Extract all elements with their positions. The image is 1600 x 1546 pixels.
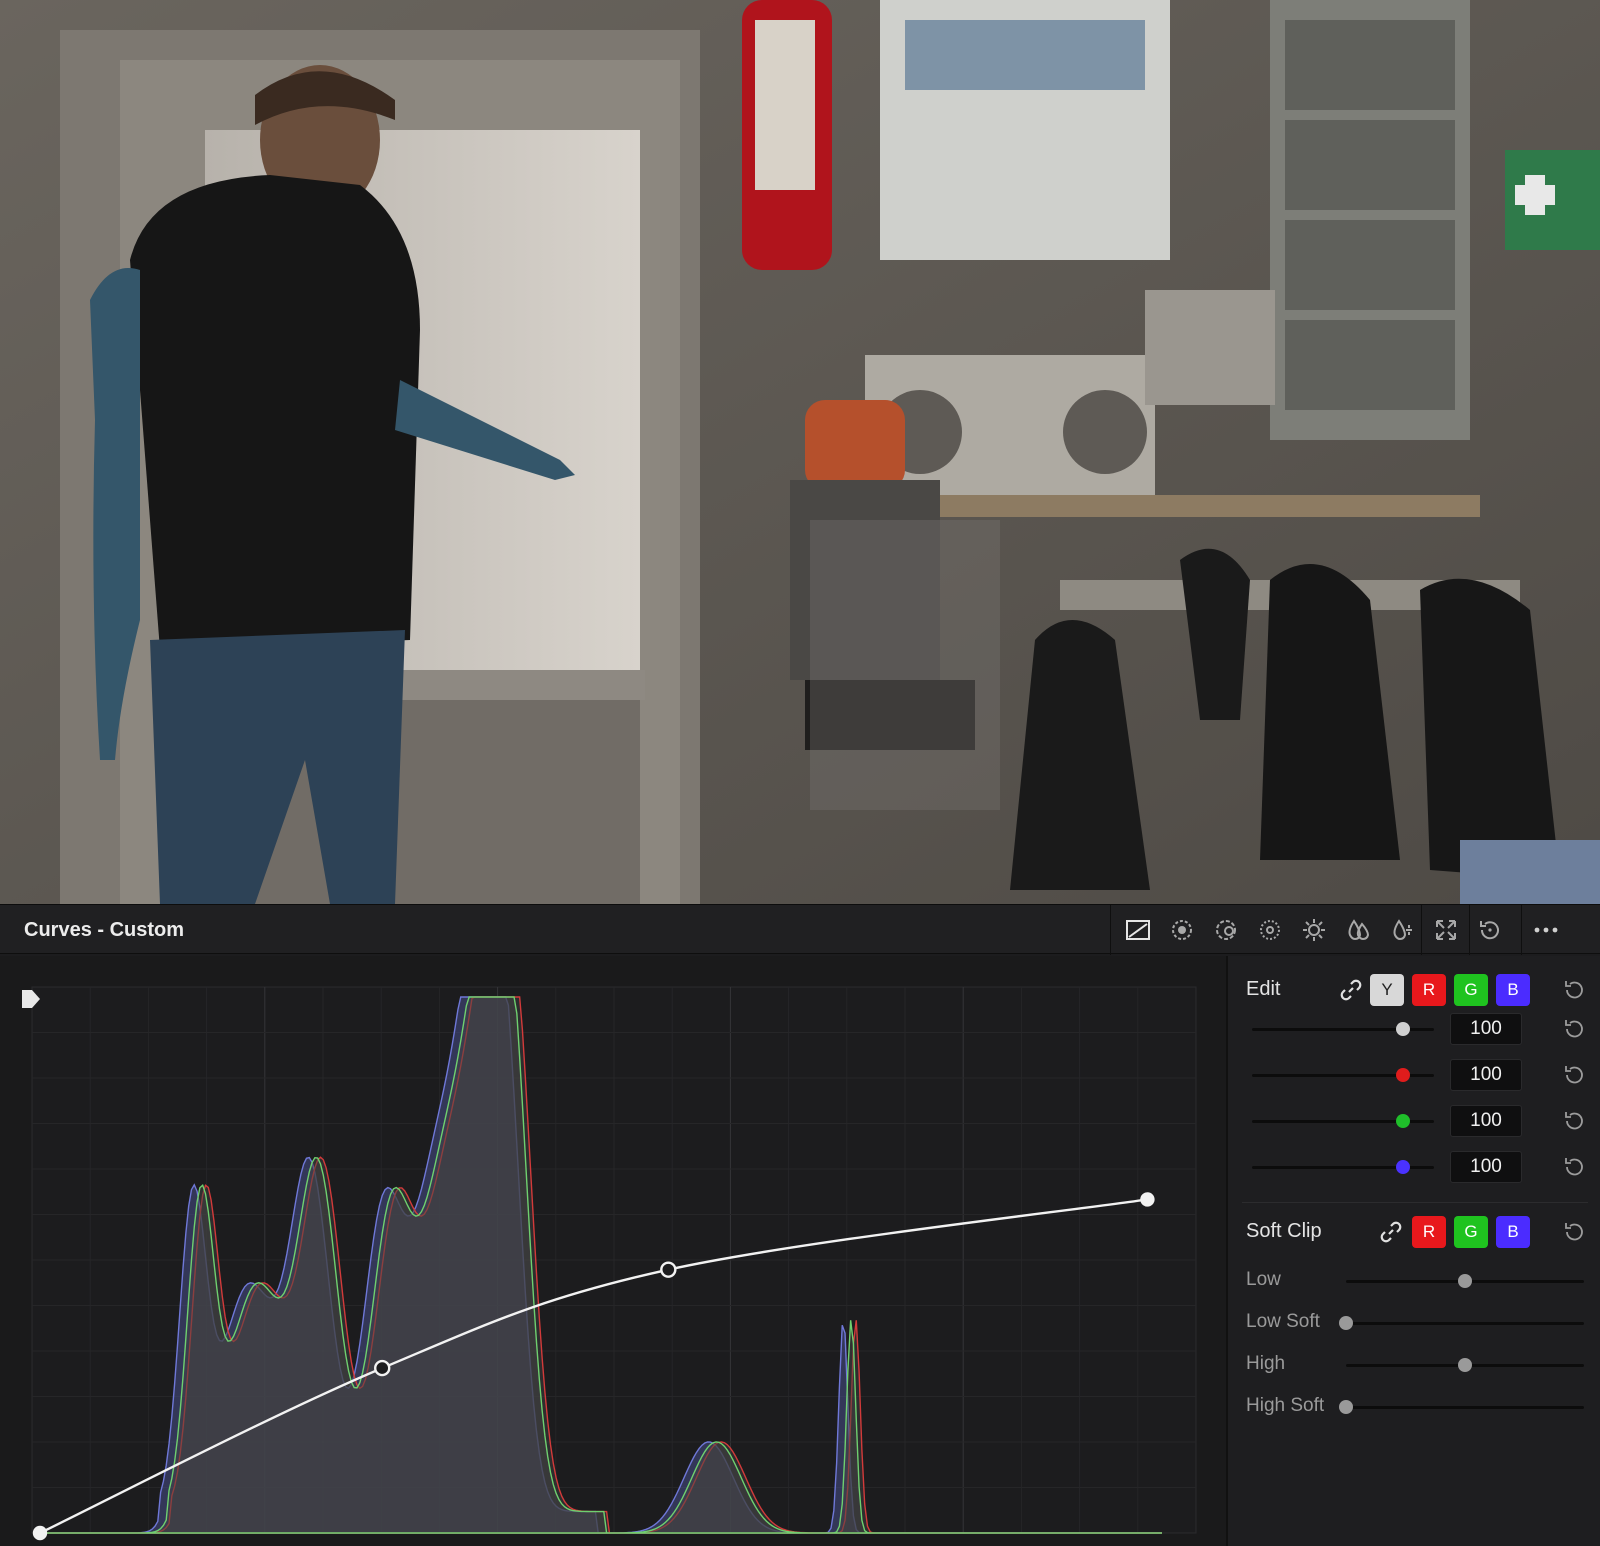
scene-illustration bbox=[0, 0, 1600, 904]
more-options-icon[interactable] bbox=[1533, 917, 1559, 943]
edit-label: Edit bbox=[1246, 978, 1281, 1000]
curves-panel: Curves - Custom Edit Y R G B 100 100 100… bbox=[0, 904, 1600, 1546]
edit-value-r-input[interactable]: 100 bbox=[1450, 1059, 1522, 1091]
reset-b-icon[interactable] bbox=[1562, 1155, 1586, 1179]
reset-y-icon[interactable] bbox=[1562, 1017, 1586, 1041]
edit-channel-g-button[interactable]: G bbox=[1454, 974, 1488, 1006]
soft-clip-reset-icon[interactable] bbox=[1562, 1220, 1586, 1244]
expand-icon[interactable] bbox=[1433, 917, 1459, 943]
curve-control-point[interactable] bbox=[1140, 1192, 1155, 1207]
lum-vs-sat-icon[interactable] bbox=[1301, 917, 1327, 943]
soft-clip-row-label: Low Soft bbox=[1246, 1311, 1320, 1332]
slider-knob-y[interactable] bbox=[1396, 1022, 1410, 1036]
slider-track[interactable] bbox=[1346, 1406, 1584, 1409]
section-divider bbox=[1242, 1202, 1588, 1203]
soft-clip-link-icon[interactable] bbox=[1380, 1221, 1402, 1243]
viewer-image bbox=[0, 0, 1600, 904]
curve-graph[interactable] bbox=[0, 956, 1226, 1546]
slider-knob-g[interactable] bbox=[1396, 1114, 1410, 1128]
slider-knob-b[interactable] bbox=[1396, 1160, 1410, 1174]
edit-channel-b-button[interactable]: B bbox=[1496, 974, 1530, 1006]
soft-clip-row-label: Low bbox=[1246, 1269, 1281, 1290]
sat-vs-lum-icon[interactable] bbox=[1389, 917, 1415, 943]
hue-vs-lum-icon[interactable] bbox=[1257, 917, 1283, 943]
hue-vs-sat-icon[interactable] bbox=[1213, 917, 1239, 943]
toolbar-separator bbox=[1469, 905, 1470, 955]
edit-value-y-input[interactable]: 100 bbox=[1450, 1013, 1522, 1045]
reset-r-icon[interactable] bbox=[1562, 1063, 1586, 1087]
edit-value-g-input[interactable]: 100 bbox=[1450, 1105, 1522, 1137]
edit-channel-r-button[interactable]: R bbox=[1412, 974, 1446, 1006]
toolbar-separator bbox=[1521, 905, 1522, 955]
soft-clip-channel-b-button[interactable]: B bbox=[1496, 1216, 1530, 1248]
toolbar-separator bbox=[1421, 905, 1422, 955]
edit-channel-y-button[interactable]: Y bbox=[1370, 974, 1404, 1006]
edit-reset-icon[interactable] bbox=[1562, 978, 1586, 1002]
curve-control-point[interactable] bbox=[32, 1525, 48, 1541]
soft-clip-channel-g-button[interactable]: G bbox=[1454, 1216, 1488, 1248]
curve-control-point[interactable] bbox=[374, 1359, 391, 1377]
slider-knob[interactable] bbox=[1458, 1358, 1472, 1372]
slider-track[interactable] bbox=[1346, 1322, 1584, 1325]
panel-header: Curves - Custom bbox=[0, 904, 1600, 955]
reset-g-icon[interactable] bbox=[1562, 1109, 1586, 1133]
hue-vs-hue-icon[interactable] bbox=[1169, 917, 1195, 943]
curves-custom-icon[interactable] bbox=[1125, 917, 1151, 943]
slider-knob-r[interactable] bbox=[1396, 1068, 1410, 1082]
soft-clip-row-label: High Soft bbox=[1246, 1395, 1325, 1416]
reset-icon[interactable] bbox=[1477, 917, 1503, 943]
slider-knob[interactable] bbox=[1339, 1316, 1353, 1330]
soft-clip-row-label: High bbox=[1246, 1353, 1286, 1374]
slider-knob[interactable] bbox=[1458, 1274, 1472, 1288]
curve-graph-canvas[interactable] bbox=[0, 956, 1226, 1546]
link-icon[interactable] bbox=[1340, 979, 1362, 1001]
slider-knob[interactable] bbox=[1339, 1400, 1353, 1414]
sat-vs-sat-icon[interactable] bbox=[1345, 917, 1371, 943]
edit-value-b-input[interactable]: 100 bbox=[1450, 1151, 1522, 1183]
panel-title: Curves - Custom bbox=[24, 919, 185, 941]
curve-side-panel: Edit Y R G B 100 100 100 100 Soft Clip R… bbox=[1226, 956, 1600, 1546]
soft-clip-channel-r-button[interactable]: R bbox=[1412, 1216, 1446, 1248]
curve-control-point[interactable] bbox=[660, 1261, 677, 1278]
curves-toolbar bbox=[1110, 905, 1600, 955]
soft-clip-label: Soft Clip bbox=[1246, 1220, 1322, 1242]
